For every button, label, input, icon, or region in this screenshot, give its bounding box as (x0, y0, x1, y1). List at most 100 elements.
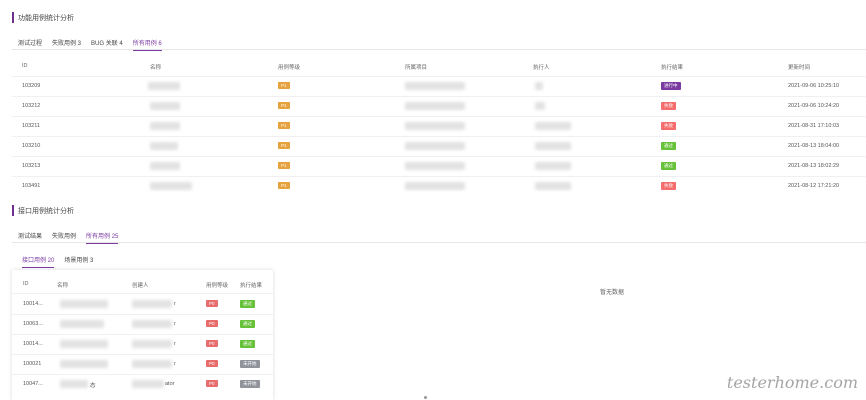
status-badge: 失败 (661, 102, 676, 110)
redacted-executor (535, 142, 571, 150)
creator-suffix: r (174, 321, 176, 327)
redacted-creator (132, 380, 164, 388)
status-badge: 进行中 (661, 82, 681, 90)
redacted-project (405, 182, 465, 190)
row-id: 103212 (22, 103, 41, 109)
functional-stats-title: 功能用例统计分析 (12, 12, 74, 23)
creator-suffix: ator (165, 381, 175, 387)
redacted-executor (535, 122, 571, 130)
row-divider (12, 116, 866, 117)
api-row-id: 10047... (23, 381, 43, 387)
api-row-id: 10063... (23, 321, 43, 327)
redacted-project (405, 122, 465, 130)
tabs-divider (12, 49, 866, 50)
row-id: 103491 (22, 183, 41, 189)
redacted-name (150, 162, 180, 170)
redacted-creator (132, 340, 172, 348)
priority-badge: P1 (278, 142, 290, 149)
api-tabs-divider (12, 242, 866, 243)
name-suffix: 态 (90, 383, 96, 389)
priority-badge: P1 (278, 182, 290, 189)
creator-suffix: r (174, 341, 176, 347)
status-badge: 通过 (240, 300, 255, 308)
row-divider (12, 156, 866, 157)
redacted-project (405, 162, 465, 170)
row-id: 103210 (22, 143, 41, 149)
creator-suffix: r (174, 361, 176, 367)
redacted-name (60, 300, 108, 308)
priority-badge: P0 (206, 300, 218, 307)
redacted-name (60, 360, 108, 368)
redacted-creator (132, 320, 172, 328)
row-updated: 2021-09-06 10:25:10 (788, 83, 840, 89)
redacted-executor (535, 82, 543, 90)
col-executor: 执行人 (533, 65, 550, 71)
row-divider (12, 374, 273, 375)
title-accent-bar (12, 205, 14, 216)
api-header-divider (12, 293, 273, 294)
redacted-name (150, 142, 178, 150)
redacted-executor (535, 182, 571, 190)
api-stats-title: 接口用例统计分析 (12, 205, 74, 216)
api-row-id: 10014... (23, 341, 43, 347)
row-updated: 2021-08-12 17:21:20 (788, 183, 840, 189)
api-row-id: 100021 (23, 361, 42, 367)
row-id: 103211 (22, 123, 40, 129)
status-badge: 通过 (240, 340, 255, 348)
redacted-name (150, 122, 180, 130)
api-col-priority: 用例等级 (206, 283, 229, 289)
col-name: 名称 (150, 65, 162, 71)
row-divider (12, 176, 866, 177)
redacted-name (60, 380, 88, 388)
status-badge: 通过 (661, 162, 676, 170)
api-subtabs: 接口用例 20 场景用例 3 (22, 255, 103, 268)
col-priority: 用例等级 (278, 65, 301, 71)
row-divider (12, 334, 273, 335)
redacted-executor (535, 102, 545, 110)
priority-badge: P1 (278, 162, 290, 169)
priority-badge: P0 (206, 380, 218, 387)
row-divider (12, 314, 273, 315)
col-id: ID (22, 63, 28, 69)
scroll-dot (424, 396, 427, 399)
api-col-result: 执行结果 (240, 283, 263, 289)
status-badge: 未开始 (240, 380, 260, 388)
watermark: testerhome.com (726, 373, 858, 392)
api-col-name: 名称 (57, 283, 69, 289)
row-id: 103213 (22, 163, 41, 169)
priority-badge: P1 (278, 102, 290, 109)
title-accent-bar (12, 12, 14, 23)
redacted-creator (132, 360, 172, 368)
redacted-project (405, 82, 465, 90)
subtab-api-cases[interactable]: 接口用例 20 (22, 255, 55, 268)
api-stats-title-text: 接口用例统计分析 (18, 207, 74, 215)
redacted-project (405, 142, 465, 150)
row-divider (12, 96, 866, 97)
redacted-creator (132, 300, 172, 308)
row-updated: 2021-08-13 18:02:29 (788, 163, 840, 169)
priority-badge: P0 (206, 360, 218, 367)
redacted-name (150, 182, 192, 190)
status-badge: 通过 (240, 320, 255, 328)
functional-stats-title-text: 功能用例统计分析 (18, 14, 74, 22)
status-badge: 失败 (661, 122, 676, 130)
row-divider (12, 354, 273, 355)
row-updated: 2021-08-31 17:10:03 (788, 123, 840, 129)
redacted-name (60, 320, 104, 328)
col-updated: 更新时间 (788, 65, 811, 71)
api-row-id: 10014... (23, 301, 43, 307)
priority-badge: P1 (278, 82, 290, 89)
redacted-project (405, 102, 465, 110)
redacted-name (148, 82, 180, 90)
redacted-executor (535, 162, 571, 170)
priority-badge: P1 (278, 122, 290, 129)
header-divider (12, 76, 866, 77)
api-col-id: ID (23, 281, 29, 287)
subtab-scenario-cases[interactable]: 场景用例 3 (64, 255, 93, 268)
redacted-name (150, 102, 180, 110)
status-badge: 通过 (661, 142, 676, 150)
row-updated: 2021-08-13 18:04:00 (788, 143, 840, 149)
col-result: 执行结果 (661, 65, 684, 71)
status-badge: 未开始 (240, 360, 260, 368)
status-badge: 失败 (661, 182, 676, 190)
